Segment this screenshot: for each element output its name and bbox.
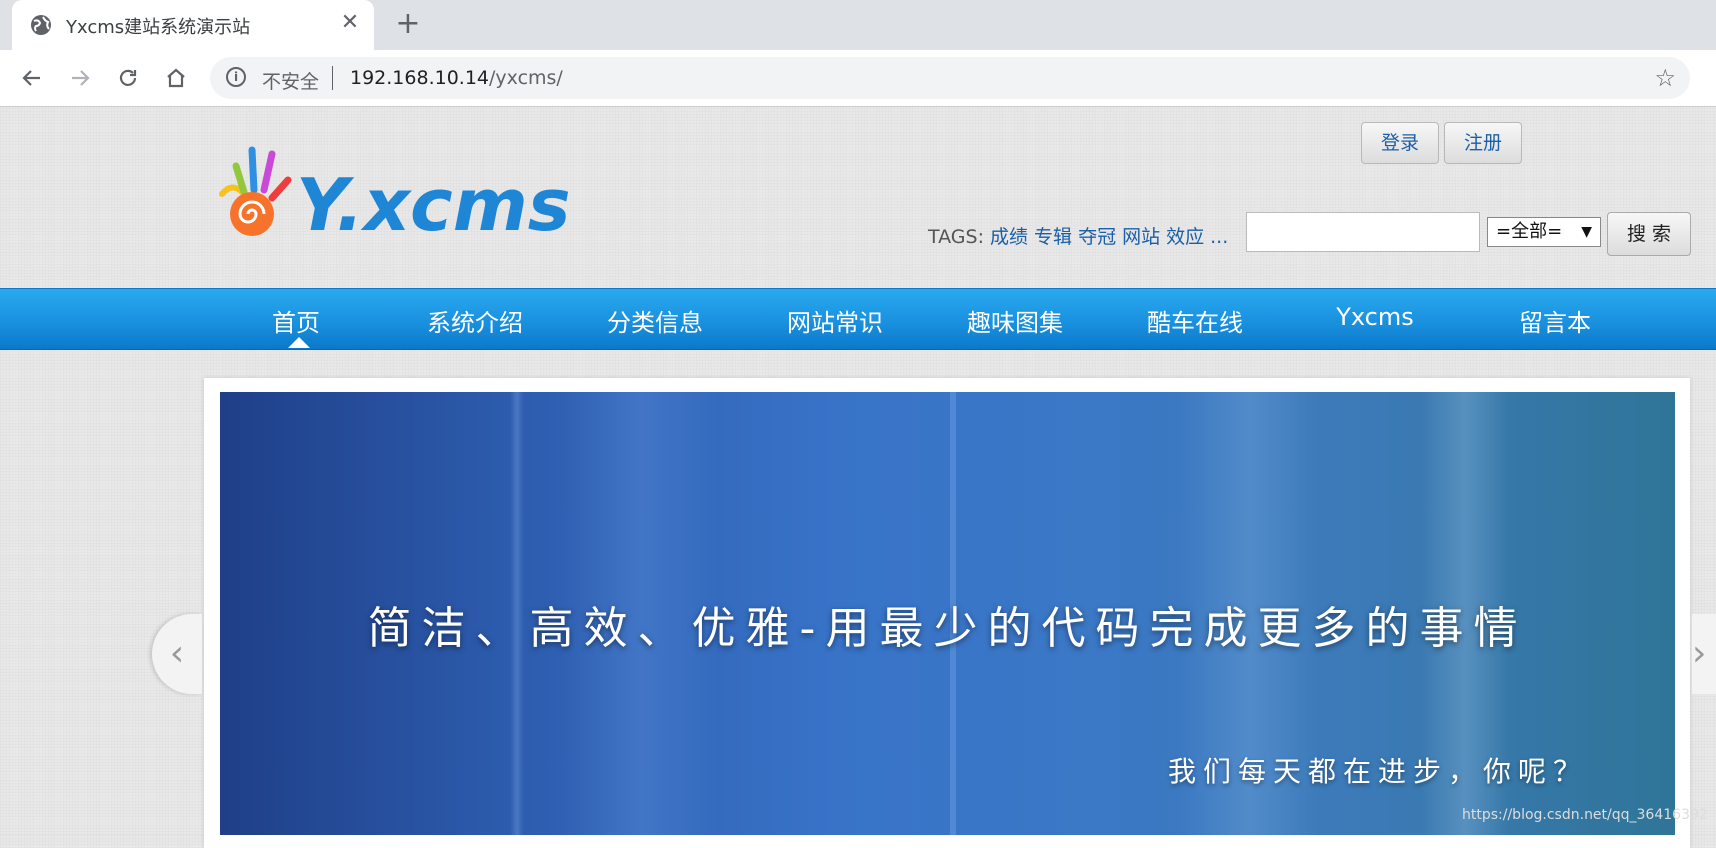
next-slide-button[interactable]: › <box>1692 614 1716 694</box>
url-path: /yxcms/ <box>489 67 563 89</box>
banner-slide[interactable]: 简洁、高效、优雅-用最少的代码完成更多的事情 我们每天都在进步，你呢？ <box>220 392 1675 835</box>
dropdown-arrow-icon: ▼ <box>1581 224 1592 240</box>
main-nav: 首页 系统介绍 分类信息 网站常识 趣味图集 酷车在线 Yxcms 留言本 <box>0 288 1716 350</box>
browser-toolbar: i 不安全 192.168.10.14/yxcms/ ☆ <box>0 50 1716 107</box>
bookmark-star-icon[interactable]: ☆ <box>1654 64 1676 92</box>
security-label: 不安全 <box>262 71 320 93</box>
tag-link[interactable]: 夺冠 <box>1078 226 1116 248</box>
tags-prefix: TAGS: <box>928 226 984 248</box>
watermark-text: https://blog.csdn.net/qq_36416392 <box>1462 807 1708 823</box>
back-arrow-icon[interactable] <box>16 62 48 94</box>
logo-text: Y.xcms <box>296 163 571 242</box>
tab-title: Yxcms建站系统演示站 <box>66 17 251 38</box>
tag-link[interactable]: 网站 <box>1122 226 1160 248</box>
tag-more[interactable]: ... <box>1210 226 1228 248</box>
tag-link[interactable]: 效应 <box>1166 226 1204 248</box>
url-text[interactable]: 192.168.10.14/yxcms/ <box>350 67 563 89</box>
search-scope-select[interactable]: =全部= ▼ <box>1487 217 1601 247</box>
prev-slide-button[interactable]: ‹ <box>152 614 202 694</box>
search-input[interactable] <box>1246 212 1480 252</box>
banner-subline: 我们每天都在进步，你呢？ <box>1168 755 1589 788</box>
active-nav-indicator <box>288 337 310 348</box>
browser-tab[interactable]: Yxcms建站系统演示站 ✕ <box>12 0 374 50</box>
url-host: 192.168.10.14 <box>350 67 490 89</box>
nav-item-knowledge[interactable]: 网站常识 <box>765 303 905 338</box>
nav-item-gallery[interactable]: 趣味图集 <box>945 303 1085 338</box>
nav-item-yxcms[interactable]: Yxcms <box>1305 303 1445 331</box>
new-tab-button[interactable]: + <box>392 8 424 40</box>
login-button[interactable]: 登录 <box>1361 122 1439 164</box>
home-icon[interactable] <box>160 62 192 94</box>
banner-headline: 简洁、高效、优雅-用最少的代码完成更多的事情 <box>367 603 1528 654</box>
tags-bar: TAGS: 成绩 专辑 夺冠 网站 效应... <box>928 222 1234 249</box>
reload-icon[interactable] <box>112 62 144 94</box>
register-button[interactable]: 注册 <box>1444 122 1522 164</box>
nav-item-category[interactable]: 分类信息 <box>585 303 725 338</box>
omnibox-divider <box>332 66 333 90</box>
nav-item-about[interactable]: 系统介绍 <box>405 303 545 338</box>
forward-arrow-icon[interactable] <box>64 62 96 94</box>
search-scope-value: =全部= <box>1496 221 1563 242</box>
tag-link[interactable]: 专辑 <box>1034 226 1072 248</box>
search-button[interactable]: 搜 索 <box>1607 212 1691 256</box>
nav-item-cars[interactable]: 酷车在线 <box>1125 303 1265 338</box>
address-bar[interactable]: i 不安全 192.168.10.14/yxcms/ ☆ <box>210 57 1690 99</box>
info-icon[interactable]: i <box>226 67 246 87</box>
nav-item-guestbook[interactable]: 留言本 <box>1485 303 1625 338</box>
globe-icon <box>31 15 51 35</box>
close-tab-icon[interactable]: ✕ <box>338 10 362 36</box>
site-logo[interactable]: Y.xcms <box>210 142 590 242</box>
browser-tab-bar: Yxcms建站系统演示站 ✕ + <box>0 0 1716 50</box>
tag-link[interactable]: 成绩 <box>990 226 1028 248</box>
nav-item-home[interactable]: 首页 <box>226 303 366 338</box>
